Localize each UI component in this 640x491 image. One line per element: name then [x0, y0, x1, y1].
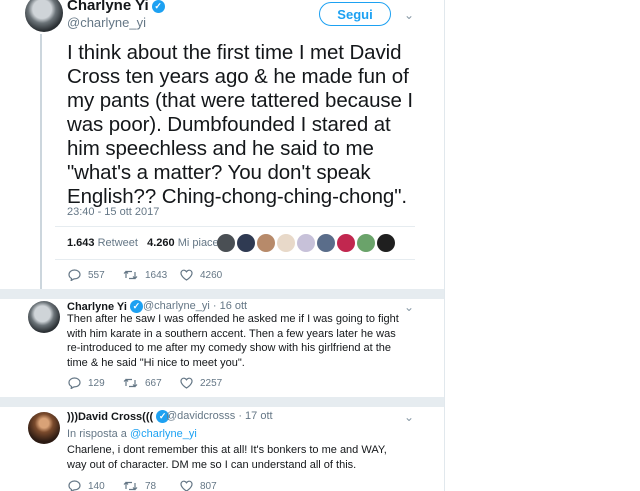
- verified-badge-icon: ✓: [151, 0, 165, 13]
- reply-icon: [68, 480, 81, 491]
- likes-label[interactable]: Mi piace: [178, 237, 219, 249]
- tweet-panel: Charlyne Yi ✓ @charlyne_yi Segui ⌄ I thin…: [0, 0, 445, 491]
- retweet-action[interactable]: 1643: [123, 269, 167, 281]
- retweets-label[interactable]: Retweet: [98, 237, 138, 249]
- reply-count: 557: [88, 269, 105, 281]
- liker-avatar[interactable]: [337, 234, 355, 252]
- liker-avatar[interactable]: [277, 234, 295, 252]
- thread-separator: [0, 397, 444, 407]
- reply-count: 129: [88, 377, 105, 389]
- liker-avatar[interactable]: [377, 234, 395, 252]
- chevron-down-icon[interactable]: ⌄: [402, 8, 416, 22]
- retweet-icon: [123, 481, 138, 491]
- like-count: 2257: [200, 377, 223, 389]
- like-action[interactable]: 807: [180, 480, 217, 491]
- retweet-count: 667: [145, 377, 162, 389]
- avatar[interactable]: [28, 412, 60, 444]
- heart-icon: [180, 377, 193, 389]
- reply-time[interactable]: · 17 ott: [238, 410, 272, 422]
- thread-line: [40, 34, 42, 296]
- tweet-stats: 1.643 Retweet 4.260 Mi piace: [67, 237, 219, 249]
- reply-action[interactable]: 129: [68, 377, 105, 389]
- in-reply-to: In risposta a @charlyne_yi: [67, 428, 197, 440]
- retweets-count[interactable]: 1.643: [67, 237, 95, 249]
- liker-avatar[interactable]: [297, 234, 315, 252]
- divider: [55, 259, 415, 260]
- heart-icon: [180, 480, 193, 491]
- reply-author-name[interactable]: )))David Cross(((✓: [67, 410, 170, 423]
- likes-count[interactable]: 4.260: [147, 237, 175, 249]
- tweet-text: I think about the first time I met David…: [67, 41, 414, 208]
- retweet-action[interactable]: 78: [123, 480, 156, 491]
- like-action[interactable]: 4260: [180, 269, 222, 281]
- reply-time[interactable]: · 16 ott: [213, 300, 247, 312]
- avatar[interactable]: [28, 301, 60, 333]
- author-name[interactable]: Charlyne Yi ✓: [67, 0, 165, 14]
- tweet-timestamp[interactable]: 23:40 - 15 ott 2017: [67, 206, 159, 218]
- reply-count: 140: [88, 480, 105, 491]
- like-count: 4260: [200, 269, 223, 281]
- divider: [55, 226, 415, 227]
- liker-avatar[interactable]: [317, 234, 335, 252]
- liker-avatar[interactable]: [357, 234, 375, 252]
- thread-separator: [0, 289, 444, 299]
- reply-meta: @charlyne_yi · 16 ott: [143, 300, 247, 312]
- retweet-action[interactable]: 667: [123, 377, 162, 389]
- avatar[interactable]: [25, 0, 63, 32]
- retweet-icon: [123, 270, 138, 280]
- reply-text: Charlene, i dont remember this at all! I…: [67, 444, 387, 471]
- heart-icon: [180, 269, 193, 281]
- reply-action[interactable]: 140: [68, 480, 105, 491]
- retweet-count: 78: [145, 480, 157, 491]
- author-handle[interactable]: @charlyne_yi: [67, 15, 146, 30]
- reply-meta: @davidcrosss · 17 ott: [166, 410, 273, 422]
- liker-avatar[interactable]: [257, 234, 275, 252]
- in-reply-to-link[interactable]: @charlyne_yi: [130, 428, 197, 440]
- reply-icon: [68, 377, 81, 389]
- like-action[interactable]: 2257: [180, 377, 222, 389]
- liker-avatar[interactable]: [237, 234, 255, 252]
- retweet-count: 1643: [145, 269, 168, 281]
- reply-handle[interactable]: @davidcrosss: [166, 410, 235, 422]
- retweet-icon: [123, 378, 138, 388]
- liker-avatar[interactable]: [217, 234, 235, 252]
- chevron-down-icon[interactable]: ⌄: [402, 410, 416, 424]
- reply-action[interactable]: 557: [68, 269, 105, 281]
- follow-button[interactable]: Segui: [319, 2, 391, 26]
- reply-text: Then after he saw I was offended he aske…: [67, 313, 399, 369]
- like-count: 807: [200, 480, 217, 491]
- reply-handle[interactable]: @charlyne_yi: [143, 300, 210, 312]
- reply-icon: [68, 269, 81, 281]
